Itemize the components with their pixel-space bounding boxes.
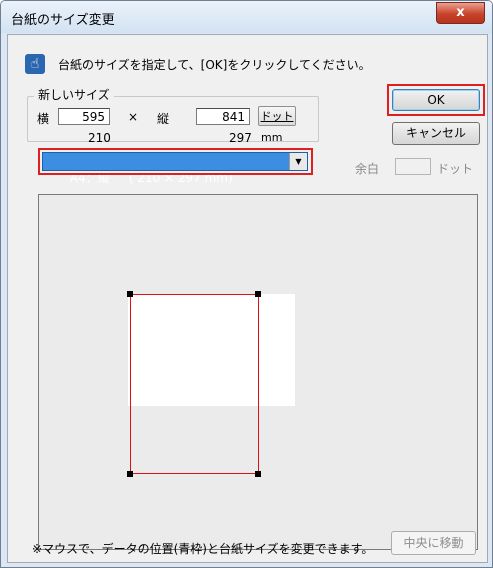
layout-preview[interactable] [38,194,478,550]
new-size-group-label: 新しいサイズ [34,86,114,103]
margin-input [395,158,431,175]
center-button: 中央に移動 [391,531,476,555]
resize-handle-top-right[interactable] [255,291,261,297]
dialog-body: ☝ 台紙のサイズを指定して、[OK]をクリックしてください。 新しいサイズ 横 … [7,34,488,563]
width-label: 横 [37,112,50,126]
unit-toggle-button[interactable]: ドット [258,106,296,126]
margin-unit-label: ドット [437,162,474,176]
title-bar[interactable]: 台紙のサイズ変更 x [1,1,492,33]
width-mm-value: 210 [88,131,111,145]
width-input[interactable]: 595 [58,108,110,125]
window-title: 台紙のサイズ変更 [11,13,115,28]
margin-label: 余白 [355,162,380,176]
pointing-hand-icon: ☝ [25,54,45,74]
cancel-button[interactable]: キャンセル [392,122,480,145]
height-mm-value: 297 [229,131,252,145]
resize-handle-bottom-right[interactable] [255,471,261,477]
resize-handle-top-left[interactable] [127,291,133,297]
paper-frame[interactable] [130,294,259,474]
height-input[interactable]: 841 [196,108,250,125]
times-sign: × [128,110,139,124]
unit-toggle-label: ドット [260,110,294,123]
instruction-text: 台紙のサイズを指定して、[OK]をクリックしてください。 [58,58,371,72]
height-label: 縦 [157,112,170,126]
close-button[interactable]: x [436,2,485,24]
chevron-down-icon[interactable]: ▼ [289,153,307,170]
footer-note: ※マウスで、データの位置(青枠)と台紙サイズを変更できます。 [32,542,374,556]
paper-size-select[interactable]: A4：縦 ( 210 × 297 mm) ▼ [42,152,308,185]
mm-unit-label: mm [261,131,283,144]
dialog-window: 台紙のサイズ変更 x ☝ 台紙のサイズを指定して、[OK]をクリックしてください… [0,0,493,568]
resize-handle-bottom-left[interactable] [127,471,133,477]
paper-size-selected-value: A4：縦 ( 210 × 297 mm) [69,171,233,185]
ok-button[interactable]: OK [392,89,480,111]
